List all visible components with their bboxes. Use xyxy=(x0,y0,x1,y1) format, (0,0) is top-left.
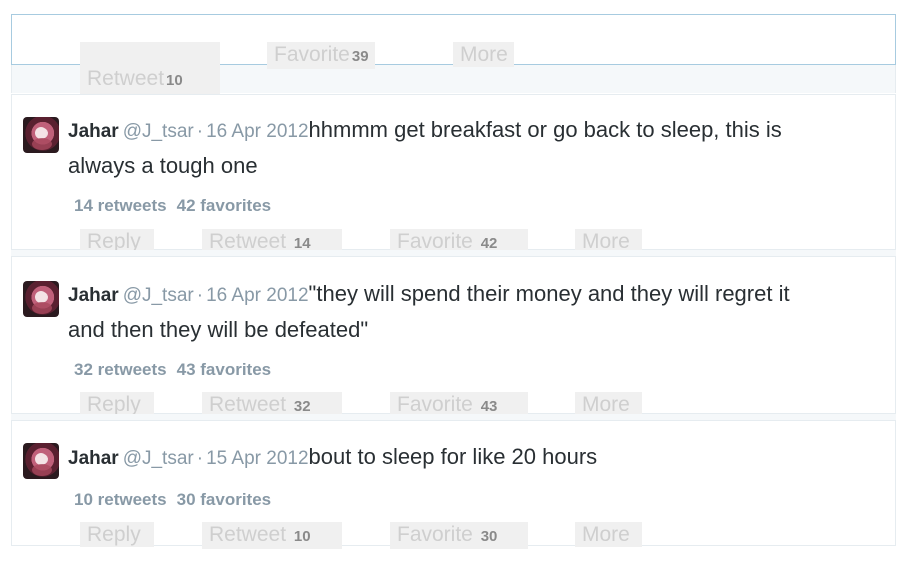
favorite-label: Favorite xyxy=(397,523,473,546)
favorite-count: 39 xyxy=(351,48,369,65)
author-name[interactable]: Jahar xyxy=(68,121,119,142)
author-name[interactable]: Jahar xyxy=(68,448,119,469)
tweet-stats: 32 retweets 43 favorites xyxy=(74,360,271,380)
favorite-label: Favorite xyxy=(274,43,350,66)
avatar[interactable] xyxy=(23,281,59,317)
tweet-date[interactable]: 16 Apr 2012 xyxy=(206,285,308,306)
author-name[interactable]: Jahar xyxy=(68,285,119,306)
avatar[interactable] xyxy=(23,443,59,479)
tweet-stats: 10 retweets 30 favorites xyxy=(74,490,271,510)
tweet-text: "they will spend their money and they wi… xyxy=(308,281,790,306)
tweet-stats: 14 retweets 42 favorites xyxy=(74,196,271,216)
more-label: More xyxy=(582,523,630,546)
retweet-label: Retweet xyxy=(209,393,287,416)
tweet-text-continued: and then they will be defeated" xyxy=(68,317,369,342)
avatar[interactable] xyxy=(23,117,59,153)
avatar-image xyxy=(32,453,52,476)
more-button[interactable]: More xyxy=(453,42,514,67)
tweet-text: hhmmm get breakfast or go back to sleep,… xyxy=(308,117,782,142)
retweet-count: 10 xyxy=(166,72,183,89)
separator-dot: · xyxy=(196,121,204,142)
favorite-button[interactable]: Favorite 30 xyxy=(390,522,528,549)
favorite-button[interactable]: Favorite 39 xyxy=(267,42,375,69)
favorite-count: 43 xyxy=(480,398,498,415)
reply-label: Reply xyxy=(87,523,141,546)
author-handle[interactable]: @J_tsar xyxy=(123,121,194,142)
author-handle[interactable]: @J_tsar xyxy=(123,285,194,306)
retweet-button[interactable]: Retweet 10 xyxy=(80,42,220,94)
more-button[interactable]: More xyxy=(575,522,642,547)
tweet-date[interactable]: 15 Apr 2012 xyxy=(206,448,308,469)
retweet-button[interactable]: Retweet 10 xyxy=(202,522,342,549)
tweet-date[interactable]: 16 Apr 2012 xyxy=(206,121,308,142)
reply-button[interactable]: Reply xyxy=(80,522,154,547)
more-label: More xyxy=(460,43,508,66)
favorites-stat[interactable]: 30 favorites xyxy=(177,490,272,509)
retweet-label: Retweet xyxy=(209,523,287,546)
retweets-stat[interactable]: 10 retweets xyxy=(74,490,167,509)
favorites-stat[interactable]: 42 favorites xyxy=(177,196,272,215)
tweet-header: Jahar @J_tsar · 16 Apr 2012hhmmm get breakf… xyxy=(68,117,782,143)
reply-label: Reply xyxy=(87,393,141,416)
retweets-stat[interactable]: 32 retweets xyxy=(74,360,167,379)
tweet-text: bout to sleep for like 20 hours xyxy=(308,444,598,469)
separator-dot: · xyxy=(196,285,204,306)
retweets-stat[interactable]: 14 retweets xyxy=(74,196,167,215)
tweet-header: Jahar @J_tsar · 15 Apr 2012bout to sleep fo… xyxy=(68,444,597,470)
tweet-text-continued: always a tough one xyxy=(68,153,258,178)
author-handle[interactable]: @J_tsar xyxy=(123,448,194,469)
retweet-count: 10 xyxy=(293,528,311,545)
avatar-image xyxy=(32,127,52,150)
retweet-label: Retweet xyxy=(87,67,165,90)
separator-dot: · xyxy=(196,448,204,469)
tweet-header: Jahar @J_tsar · 16 Apr 2012"they will spend… xyxy=(68,281,790,307)
favorite-label: Favorite xyxy=(397,393,473,416)
retweet-count: 32 xyxy=(293,398,311,415)
more-label: More xyxy=(582,393,630,416)
avatar-image xyxy=(32,291,52,314)
favorites-stat[interactable]: 43 favorites xyxy=(177,360,272,379)
favorite-count: 30 xyxy=(480,528,498,545)
